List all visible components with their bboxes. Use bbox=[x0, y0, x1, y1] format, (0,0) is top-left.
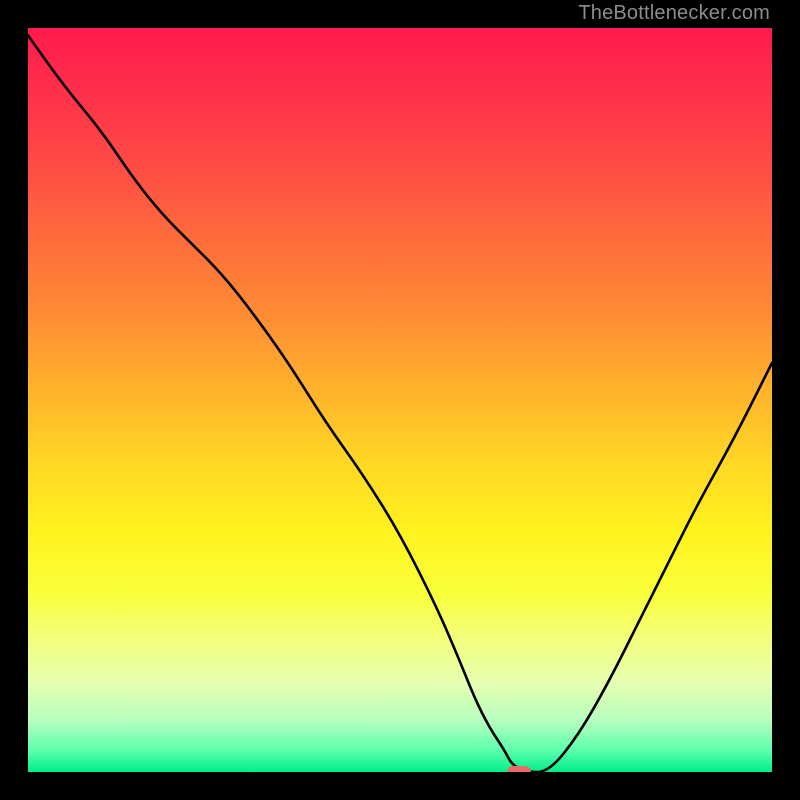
optimum-marker bbox=[507, 766, 531, 772]
watermark-text: TheBottlenecker.com bbox=[578, 2, 770, 25]
bottleneck-curve bbox=[28, 28, 772, 772]
chart-frame: TheBottlenecker.com bbox=[0, 0, 800, 800]
plot-area bbox=[28, 28, 772, 772]
